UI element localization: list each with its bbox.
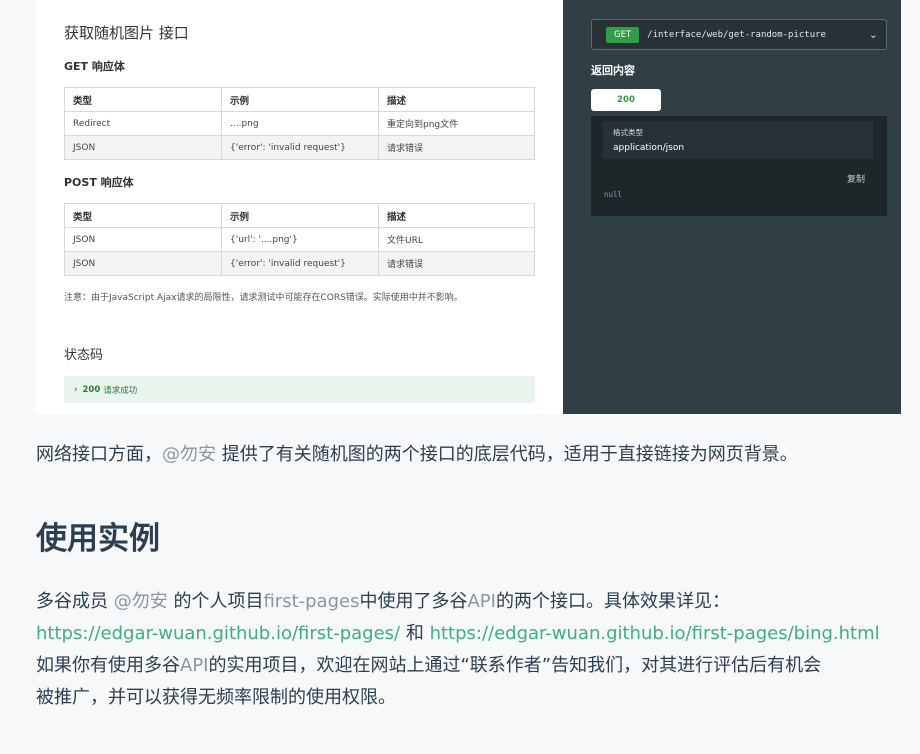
method-badge: GET: [606, 26, 640, 43]
status-text: 请求成功: [103, 385, 138, 396]
table-row: JSON {'error': 'invalid request'} 请求错误: [64, 135, 535, 160]
col-desc: 描述: [378, 203, 535, 228]
cell: JSON: [64, 227, 222, 252]
project-name: first-pages: [263, 591, 360, 612]
cell: 文件URL: [378, 227, 535, 252]
col-type: 类型: [64, 203, 222, 228]
text-line: 被推广，并可以获得无频率限制的使用权限。: [36, 687, 396, 708]
cell: JSON: [64, 135, 222, 160]
api-term: API: [467, 591, 496, 612]
api-title: 获取随机图片 接口: [64, 24, 189, 42]
author-mention: @勿安: [162, 444, 216, 465]
cell: {'url': '....png'}: [221, 227, 379, 252]
cell: 请求错误: [378, 251, 535, 276]
text: 多谷成员: [36, 591, 114, 612]
cell: Redirect: [64, 111, 222, 136]
text: 提供了有关随机图的两个接口的底层代码，适用于直接链接为网页背景。: [216, 444, 798, 465]
bing-page-link[interactable]: https://edgar-wuan.github.io/first-pages…: [430, 623, 880, 644]
return-content-title: 返回内容: [591, 64, 635, 77]
text-line: 如果你有使用多谷API的实用项目，欢迎在网站上通过“联系作者”告知我们，对其进行…: [36, 650, 916, 682]
get-response-table: 类型 示例 描述 Redirect ....png 重定向到png文件 JSON…: [64, 87, 535, 160]
text: 网络接口方面，: [36, 444, 162, 465]
table-header-row: 类型 示例 描述: [64, 87, 535, 112]
col-example: 示例: [221, 203, 379, 228]
response-body: null: [604, 190, 623, 199]
text-line: https://edgar-wuan.github.io/first-pages…: [36, 618, 916, 650]
format-label: 格式类型: [613, 128, 643, 137]
author-mention: @勿安: [113, 591, 168, 612]
api-term: API: [180, 655, 209, 676]
api-tester-panel: GET /interface/web/get-random-picture ⌄ …: [563, 0, 901, 414]
response-box: 格式类型 application/json 复制 null: [591, 116, 887, 216]
cell: 请求错误: [378, 135, 535, 160]
cell: {'error': 'invalid request'}: [221, 251, 379, 276]
text: 的两个接口。具体效果详见：: [495, 591, 730, 612]
get-section-label: GET 响应体: [64, 60, 125, 73]
table-row: JSON {'error': 'invalid request'} 请求错误: [64, 251, 535, 276]
api-doc-panel: 获取随机图片 接口 GET 响应体 类型 示例 描述 Redirect ....…: [36, 0, 563, 414]
col-desc: 描述: [378, 87, 535, 112]
post-section-label: POST 响应体: [64, 176, 134, 189]
tab-200: 200: [591, 89, 661, 111]
post-response-table: 类型 示例 描述 JSON {'url': '....png'} 文件URL J…: [64, 203, 535, 276]
status-200-row: › 200 请求成功: [64, 376, 535, 403]
copy-button: 复制: [846, 175, 865, 185]
cell: 重定向到png文件: [378, 111, 535, 136]
col-example: 示例: [221, 87, 379, 112]
first-pages-link[interactable]: https://edgar-wuan.github.io/first-pages…: [36, 623, 400, 644]
text: 和: [400, 623, 430, 644]
cell: JSON: [64, 251, 222, 276]
format-value: application/json: [613, 143, 685, 153]
text: 如果你有使用多谷: [36, 655, 180, 676]
chevron-down-icon: ⌄: [868, 28, 878, 41]
text-line: 多谷成员 @勿安 的个人项目first-pages中使用了多谷API的两个接口。…: [36, 586, 916, 618]
status-code: 200: [82, 384, 101, 395]
table-header-row: 类型 示例 描述: [64, 203, 535, 228]
api-doc-screenshot: 获取随机图片 接口 GET 响应体 类型 示例 描述 Redirect ....…: [36, 0, 901, 414]
cell: ....png: [221, 111, 379, 136]
text: 中使用了多谷: [359, 591, 468, 612]
text: 的实用项目，欢迎在网站上通过“联系作者”告知我们，对其进行评估后有机会: [208, 655, 822, 676]
endpoint-select: GET /interface/web/get-random-picture ⌄: [591, 19, 887, 50]
usage-paragraph: 多谷成员 @勿安 的个人项目first-pages中使用了多谷API的两个接口。…: [36, 586, 916, 714]
chevron-right-icon: ›: [74, 384, 78, 395]
endpoint-path: /interface/web/get-random-picture: [647, 29, 826, 40]
intro-paragraph: 网络接口方面，@勿安 提供了有关随机图的两个接口的底层代码，适用于直接链接为网页…: [36, 440, 798, 466]
table-row: JSON {'url': '....png'} 文件URL: [64, 227, 535, 252]
status-code-title: 状态码: [64, 348, 104, 363]
text: 的个人项目: [167, 591, 264, 612]
cors-note: 注意：由于JavaScript Ajax请求的局限性，请求测试中可能存在CORS…: [64, 293, 463, 303]
cell: {'error': 'invalid request'}: [221, 135, 379, 160]
col-type: 类型: [64, 87, 222, 112]
format-box: 格式类型 application/json: [603, 121, 873, 159]
table-row: Redirect ....png 重定向到png文件: [64, 111, 535, 136]
section-heading: 使用实例: [36, 521, 160, 557]
